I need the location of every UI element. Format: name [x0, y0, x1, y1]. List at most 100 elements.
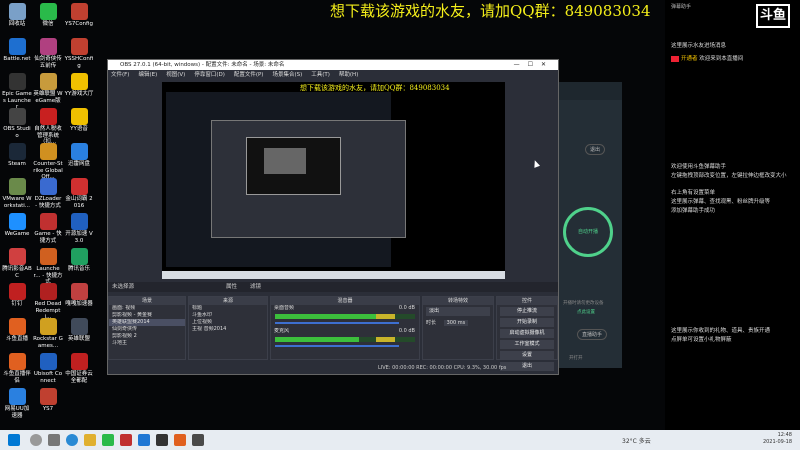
menu-item[interactable]: 编辑(E)	[138, 70, 157, 80]
menu-item[interactable]: 帮助(H)	[339, 70, 358, 80]
desktop-icon-label: 开源加速 V3.0	[65, 231, 93, 244]
desktop-icon[interactable]: 金山词霸 2016	[64, 178, 94, 209]
desktop-icon[interactable]: 仙剑奇侠传五前传	[33, 38, 63, 69]
control-button[interactable]: 开始录制	[500, 318, 554, 327]
desktop-icon[interactable]: 微信	[33, 3, 63, 28]
desktop-icon[interactable]: 迅雷网盘	[64, 143, 94, 168]
assistant-button[interactable]: 直播助手	[577, 329, 608, 340]
volume-slider[interactable]	[275, 345, 399, 347]
obs-taskbar-icon[interactable]	[156, 434, 168, 446]
desktop-icon[interactable]: 网易UU加速器	[2, 388, 32, 419]
desktop-icon[interactable]: 开源加速 V3.0	[64, 213, 94, 244]
menu-item[interactable]: 文件(F)	[111, 70, 129, 80]
scene-item[interactable]: 剪影视频 - 黄金赛	[109, 312, 185, 319]
weather-widget[interactable]: 32°C 多云	[622, 436, 651, 445]
scene-item[interactable]: 仙剑奇侠传	[109, 326, 185, 333]
app-icon[interactable]	[192, 434, 204, 446]
desktop: 回收站 微信 YS7Config Battle.net 仙剑奇侠传五前传 YSSHConf…	[0, 0, 800, 450]
desktop-icon[interactable]: YY语音	[64, 108, 94, 133]
scene-item[interactable]: 斗地主	[109, 340, 185, 347]
wechat-icon[interactable]	[102, 434, 114, 446]
desktop-icon[interactable]: 斗鱼直播	[2, 318, 32, 343]
app-icon	[39, 178, 57, 195]
auto-start-button[interactable]: 自动开播	[563, 207, 613, 257]
desktop-icon[interactable]: Ubisoft Connect	[33, 353, 63, 384]
danmu-message: 开通者 欢迎来到本直播间	[671, 55, 743, 63]
desktop-icon[interactable]: YY游戏大厅	[64, 73, 94, 98]
control-button[interactable]: 停止推流	[500, 307, 554, 316]
app-icon	[70, 248, 88, 265]
folder-icon[interactable]	[84, 434, 96, 446]
desktop-icon-label: 微信	[42, 21, 54, 27]
douyu-taskbar-icon[interactable]	[174, 434, 186, 446]
assistant-hint: 开播时请勿更改设备	[563, 301, 604, 306]
scene-item[interactable]: 画面: 视频	[109, 305, 185, 312]
channel-db: 0.0 dB	[398, 305, 415, 311]
edge-icon[interactable]	[66, 434, 78, 446]
duration-input[interactable]: 300 ms	[443, 320, 469, 326]
desktop-icon[interactable]: 斗鱼直播伴侣	[2, 353, 32, 384]
app-icon[interactable]	[138, 434, 150, 446]
volume-slider[interactable]	[275, 322, 399, 324]
desktop-icon[interactable]: VMware Workstati...	[2, 178, 32, 209]
desktop-icon[interactable]: 腾讯音乐	[64, 248, 94, 273]
desktop-icon[interactable]: 中国证券云全都配	[64, 353, 94, 384]
exit-button[interactable]: 退出	[585, 144, 606, 155]
desktop-icon[interactable]: OBS Studio	[2, 108, 32, 139]
source-item[interactable]: 标题	[189, 305, 267, 312]
scenes-dock: 场景 画面: 视频 剪影视频 - 黄金赛 英雄联盟赛2014 仙剑奇侠传 剪影视频 2斗…	[108, 296, 186, 360]
properties-tab[interactable]: 属性	[226, 282, 237, 292]
app-icon	[70, 73, 88, 90]
control-button[interactable]: 退出	[500, 362, 554, 371]
start-button[interactable]	[8, 434, 20, 446]
transition-select[interactable]: 淡出	[426, 307, 490, 316]
desktop-icon[interactable]: 自然人税收管理系统（扣...	[33, 108, 63, 146]
desktop-icon[interactable]: 回收站	[2, 3, 32, 28]
desktop-icon[interactable]: Counter-Strike Global Off...	[33, 143, 63, 181]
desktop-icon[interactable]: 英雄联盟	[64, 318, 94, 343]
desktop-icon[interactable]: Launcher... - 快捷方式	[33, 248, 63, 286]
desktop-icon-label: 斗鱼直播	[5, 336, 28, 342]
desktop-icon[interactable]: Battle.net	[2, 38, 32, 63]
app-icon	[70, 143, 88, 160]
desktop-icon[interactable]: YS7	[33, 388, 63, 413]
scene-item[interactable]: 英雄联盟赛2014	[109, 319, 185, 326]
desktop-icon[interactable]: Game - 快捷方式	[33, 213, 63, 244]
app-icon[interactable]	[120, 434, 132, 446]
menu-item[interactable]: 工具(T)	[311, 70, 330, 80]
desktop-icon[interactable]: YS7Config	[64, 3, 94, 28]
desktop-icon[interactable]: YSSHConfig	[64, 38, 94, 69]
filters-tab[interactable]: 滤镜	[250, 282, 261, 292]
mixer-title: 混音器	[271, 297, 419, 305]
control-button[interactable]: 设置	[500, 351, 554, 360]
task-view-icon[interactable]	[48, 434, 60, 446]
app-icon	[70, 38, 88, 55]
system-clock[interactable]: 12:48 2021-09-18	[763, 432, 792, 446]
obs-preview[interactable]: 想下载该游戏的水友，请加QQ群：849083034	[162, 82, 505, 279]
desktop-icon[interactable]: 钉钉	[2, 283, 32, 308]
settings-link[interactable]: 点此设置	[577, 309, 595, 315]
control-button[interactable]: 工作室模式	[500, 340, 554, 349]
desktop-icon-label: OBS Studio	[3, 126, 31, 139]
source-item[interactable]: 主视 音频2014	[189, 326, 267, 333]
menu-item[interactable]: 视图(V)	[166, 70, 185, 80]
menu-item[interactable]: 场景集合(S)	[272, 70, 302, 80]
source-item[interactable]: 上位视频	[189, 319, 267, 326]
source-item[interactable]: 斗鱼水印	[189, 312, 267, 319]
desktop-icon[interactable]: Epic Games Launcher	[2, 73, 32, 111]
menu-item[interactable]: 停靠窗口(D)	[194, 70, 225, 80]
menu-item[interactable]: 配置文件(P)	[234, 70, 264, 80]
scene-item[interactable]: 剪影视频 2	[109, 333, 185, 340]
desktop-icon[interactable]: 嘎嘎加速器	[64, 283, 94, 308]
desktop-icon[interactable]: DZLoader - 快捷方式	[33, 178, 63, 209]
desktop-icon[interactable]: Red Dead Redempti...	[33, 283, 63, 321]
desktop-icon[interactable]: Steam	[2, 143, 32, 168]
mixer-channel: 桌面音频 0.0 dB	[271, 305, 419, 324]
window-controls[interactable]: —☐✕	[514, 60, 554, 70]
desktop-icon[interactable]: WeGame	[2, 213, 32, 238]
search-icon[interactable]	[30, 434, 42, 446]
desktop-icon[interactable]: 腾讯影音ABC	[2, 248, 32, 279]
desktop-icon[interactable]: Rockstar Games...	[33, 318, 63, 349]
control-button[interactable]: 启动虚拟摄像机	[500, 329, 554, 338]
desktop-icon[interactable]: 英雄联盟 WeGame版	[33, 73, 63, 104]
